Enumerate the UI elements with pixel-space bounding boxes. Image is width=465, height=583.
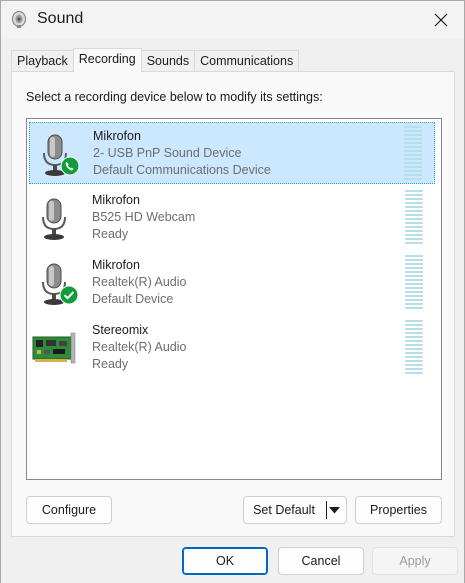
set-default-label: Set Default <box>253 503 315 517</box>
device-status: Ready <box>92 357 129 371</box>
cancel-button[interactable]: Cancel <box>278 547 364 575</box>
level-meter <box>405 255 423 310</box>
set-default-dropdown[interactable] <box>327 497 342 523</box>
list-item-device-usb-mic[interactable]: Mikrofon 2- USB PnP Sound Device Default… <box>29 122 435 184</box>
set-default-button[interactable]: Set Default <box>243 496 347 524</box>
tab-playback[interactable]: Playback <box>11 50 74 72</box>
device-status: Ready <box>92 227 129 241</box>
tab-communications[interactable]: Communications <box>194 50 300 72</box>
chevron-down-icon <box>329 506 340 513</box>
level-meter <box>405 190 423 245</box>
configure-button[interactable]: Configure <box>26 496 112 524</box>
properties-button[interactable]: Properties <box>355 496 442 524</box>
recording-panel: Select a recording device below to modif… <box>11 71 455 537</box>
level-meter <box>404 126 422 181</box>
tab-sounds[interactable]: Sounds <box>140 50 196 72</box>
close-button[interactable] <box>418 1 464 39</box>
device-name: Mikrofon <box>93 129 141 143</box>
list-item-device-stereomix[interactable]: Stereomix Realtek(R) Audio Ready <box>29 317 435 379</box>
device-name: Mikrofon <box>92 193 140 207</box>
speaker-icon <box>12 11 26 28</box>
window-title: Sound <box>37 10 84 27</box>
title-bar: Sound <box>1 1 464 39</box>
device-detail: B525 HD Webcam <box>92 210 196 224</box>
microphone-icon <box>42 198 66 240</box>
list-item-device-webcam-mic[interactable]: Mikrofon B525 HD Webcam Ready <box>29 187 435 249</box>
ok-button[interactable]: OK <box>182 547 268 575</box>
level-meter <box>405 320 423 375</box>
sound-card-icon <box>32 332 76 364</box>
checkmark-badge-icon <box>59 285 79 305</box>
device-detail: 2- USB PnP Sound Device <box>93 146 242 160</box>
close-icon <box>434 13 448 27</box>
device-detail: Realtek(R) Audio <box>92 275 187 289</box>
apply-button: Apply <box>372 547 458 575</box>
device-status: Default Communications Device <box>93 163 271 177</box>
device-name: Stereomix <box>92 323 149 337</box>
instruction-text: Select a recording device below to modif… <box>26 90 323 104</box>
list-item-device-realtek-mic[interactable]: Mikrofon Realtek(R) Audio Default Device <box>29 252 435 314</box>
phone-badge-icon <box>60 156 80 176</box>
sound-dialog: Sound Playback Recording Sounds Communic… <box>0 0 465 583</box>
tab-recording[interactable]: Recording <box>72 48 142 72</box>
device-detail: Realtek(R) Audio <box>92 340 187 354</box>
device-status: Default Device <box>92 292 174 306</box>
tab-strip: Playback Recording Sounds Communications <box>11 48 300 72</box>
device-name: Mikrofon <box>92 258 140 272</box>
device-list[interactable]: Mikrofon 2- USB PnP Sound Device Default… <box>26 118 442 480</box>
